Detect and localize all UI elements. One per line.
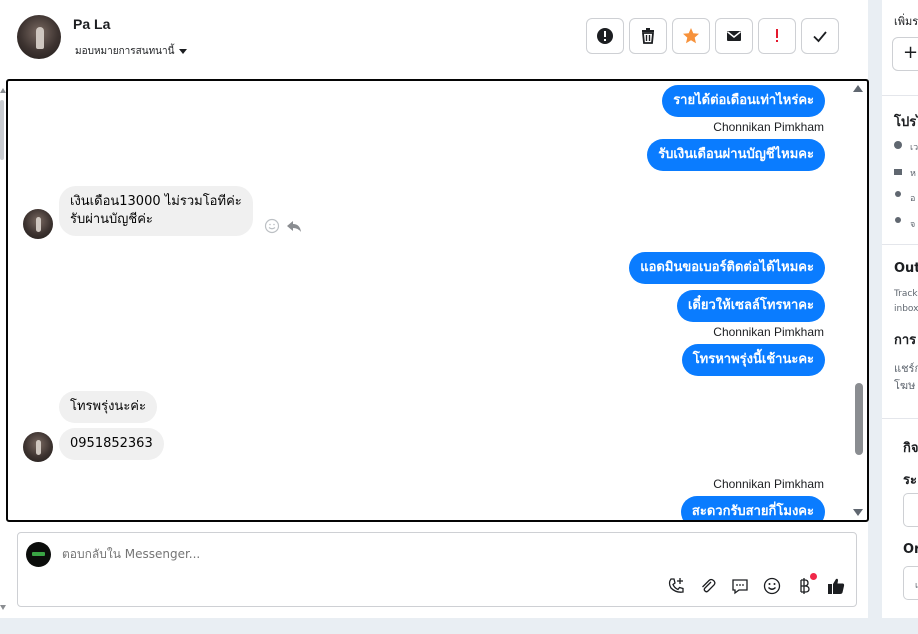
composer-toolbar: [666, 573, 846, 596]
notification-dot: [810, 573, 817, 580]
scroll-up-arrow[interactable]: [853, 85, 863, 92]
clock-icon: [894, 141, 902, 149]
divider: [882, 244, 918, 245]
contact-avatar[interactable]: [17, 15, 61, 59]
message-actions: [264, 218, 302, 234]
contact-avatar-small[interactable]: [23, 209, 53, 239]
contact-name[interactable]: Pa La: [73, 16, 110, 32]
briefcase-icon: [894, 169, 902, 175]
contact-avatar-small[interactable]: [23, 432, 53, 462]
message-outgoing[interactable]: เดี๋ยวให้เซลล์โทรหาคะ: [676, 290, 825, 322]
message-outgoing[interactable]: รายได้ต่อเดือนเท่าไหร่คะ: [662, 85, 825, 117]
alert-circle-icon: [597, 28, 613, 44]
contact-details-panel: เพิ่มร + โปรไ เว ห อ จ Out Track inbox ก…: [882, 0, 918, 618]
profile-row: จ: [910, 220, 916, 230]
activity-label: ระ: [903, 473, 917, 488]
delete-button[interactable]: [629, 18, 667, 54]
react-smiley-icon[interactable]: [264, 218, 280, 234]
emoji-button[interactable]: [762, 576, 782, 596]
section-text: แชร์ก: [894, 362, 918, 375]
message-incoming[interactable]: 0951852363: [59, 428, 164, 460]
outbox-description: inbox: [894, 304, 918, 314]
mark-done-button[interactable]: [801, 18, 839, 54]
assign-label: มอบหมายการสนทนานี้: [75, 46, 175, 57]
message-thread[interactable]: รายได้ต่อเดือนเท่าไหร่คะ Chonnikan Pimkh…: [6, 79, 869, 522]
sender-name: Chonnikan Pimkham: [713, 120, 824, 134]
message-outgoing[interactable]: โทรหาพรุ่งนี้เช้านะคะ: [681, 344, 825, 376]
divider: [882, 95, 918, 96]
profile-row: ห: [910, 169, 916, 179]
check-icon: [813, 31, 827, 43]
reply-composer: [17, 532, 857, 607]
reply-input[interactable]: [62, 547, 662, 561]
message-outgoing[interactable]: แอดมินขอเบอร์ติดต่อได้ไหมคะ: [629, 252, 825, 284]
star-icon: [683, 28, 699, 44]
phone-plus-icon: [668, 578, 684, 593]
message-incoming[interactable]: เงินเดือน13000 ไม่รวมโอทีค่ะ รับผ่านบัญช…: [59, 186, 253, 236]
profile-row: เว: [910, 143, 918, 153]
left-scroll-down-arrow[interactable]: [0, 605, 6, 610]
mark-unread-button[interactable]: [715, 18, 753, 54]
saved-replies-button[interactable]: [730, 576, 750, 596]
message-outgoing[interactable]: สะดวกรับสายกี่โมงคะ: [680, 496, 825, 520]
activity-heading: กิจ: [903, 441, 918, 456]
paperclip-icon: [702, 578, 716, 593]
left-scrollbar-thumb[interactable]: [0, 100, 4, 160]
chat-bubble-icon: [732, 579, 748, 595]
profile-heading: โปรไ: [894, 115, 918, 130]
conversation-toolbar: [586, 18, 839, 54]
section-heading: การ: [894, 333, 917, 348]
payment-button[interactable]: [794, 573, 817, 596]
attach-button[interactable]: [698, 576, 718, 596]
reply-arrow-icon[interactable]: [286, 218, 302, 234]
like-button[interactable]: [826, 576, 846, 596]
envelope-icon: [727, 31, 741, 41]
scroll-down-arrow[interactable]: [853, 509, 863, 516]
star-button[interactable]: [672, 18, 710, 54]
add-label-button[interactable]: +: [892, 37, 918, 71]
divider: [882, 418, 918, 419]
smiley-icon: [763, 577, 781, 595]
call-button[interactable]: [666, 576, 686, 596]
outbox-description: Track: [894, 289, 918, 299]
spam-button[interactable]: [586, 18, 624, 54]
message-outgoing[interactable]: รับเงินเดือนผ่านบัญชีไหมคะ: [647, 139, 825, 171]
page-avatar: [26, 542, 51, 567]
sender-name: Chonnikan Pimkham: [713, 325, 824, 339]
follow-up-button[interactable]: [758, 18, 796, 54]
baht-icon: [800, 578, 810, 594]
order-label: Or: [903, 542, 918, 557]
scrollbar-thumb[interactable]: [855, 383, 863, 455]
message-incoming[interactable]: โทรพรุ่งนะค่ะ: [59, 391, 157, 423]
add-label-heading: เพิ่มร: [894, 15, 918, 28]
sender-name: Chonnikan Pimkham: [713, 477, 824, 491]
thumbs-up-icon: [828, 578, 845, 594]
caret-down-icon: [179, 49, 188, 54]
location-pin-icon: [895, 217, 901, 223]
conversation-panel: Pa La มอบหมายการสนทนานี้ รายได้ต่อเดือนเ…: [0, 0, 869, 618]
assign-conversation-dropdown[interactable]: มอบหมายการสนทนานี้: [75, 44, 188, 59]
activity-input[interactable]: [903, 493, 918, 527]
location-pin-icon: [895, 191, 901, 197]
trash-icon: [642, 28, 654, 44]
outbox-heading: Out: [894, 261, 918, 276]
profile-row: อ: [910, 194, 916, 204]
exclamation-icon: [776, 29, 778, 42]
section-text: โฆษ: [894, 379, 916, 392]
